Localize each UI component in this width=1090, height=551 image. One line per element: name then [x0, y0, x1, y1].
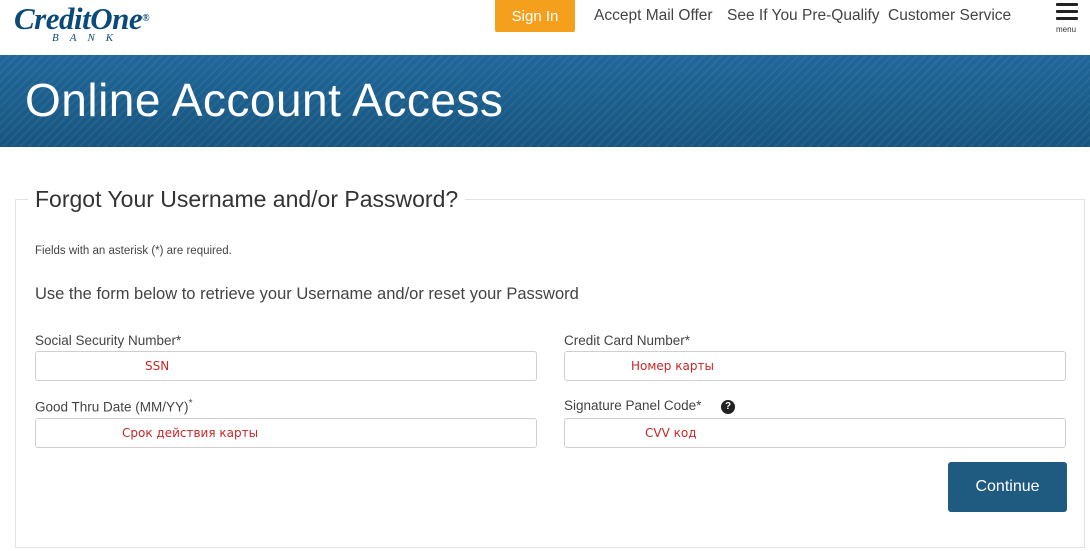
signature-code-placeholder: CVV код: [645, 426, 697, 440]
card-number-placeholder: Номер карты: [631, 359, 714, 373]
good-thru-input[interactable]: Срок действия карты: [35, 418, 537, 448]
form-intro: Use the form below to retrieve your User…: [35, 285, 579, 303]
page-banner: Online Account Access: [0, 55, 1090, 147]
nav-accept-mail-offer[interactable]: Accept Mail Offer: [594, 7, 713, 25]
credit-one-logo[interactable]: CreditOne® BANK: [14, 2, 184, 46]
forgot-credentials-form: Forgot Your Username and/or Password? Fi…: [15, 186, 1085, 548]
hamburger-icon: [1056, 3, 1078, 6]
signature-code-label: Signature Panel Code*: [564, 398, 702, 413]
card-number-label: Credit Card Number*: [564, 333, 691, 348]
required-fields-note: Fields with an asterisk (*) are required…: [35, 245, 232, 257]
sign-in-button[interactable]: Sign In: [495, 0, 575, 32]
logo-registered-mark: ®: [142, 13, 150, 24]
continue-button[interactable]: Continue: [948, 462, 1067, 512]
logo-wordmark: CreditOne: [14, 1, 143, 36]
logo-bank-text: BANK: [52, 32, 125, 44]
ssn-placeholder: SSN: [145, 359, 170, 373]
signature-code-input[interactable]: CVV код: [564, 418, 1066, 448]
good-thru-placeholder: Срок действия карты: [122, 426, 259, 440]
nav-pre-qualify[interactable]: See If You Pre-Qualify: [727, 7, 880, 25]
ssn-input[interactable]: SSN: [35, 351, 537, 381]
form-legend: Forgot Your Username and/or Password?: [28, 186, 466, 213]
nav-customer-service[interactable]: Customer Service: [888, 7, 1011, 25]
menu-button[interactable]: menu: [1054, 2, 1082, 34]
page-title: Online Account Access: [25, 74, 504, 126]
top-header: CreditOne® BANK Sign In Accept Mail Offe…: [0, 0, 1090, 55]
good-thru-label: Good Thru Date (MM/YY)*: [35, 398, 193, 415]
menu-label: menu: [1056, 25, 1077, 34]
card-number-input[interactable]: Номер карты: [564, 351, 1066, 381]
question-circle-icon[interactable]: ?: [721, 400, 735, 414]
ssn-label: Social Security Number*: [35, 333, 182, 348]
